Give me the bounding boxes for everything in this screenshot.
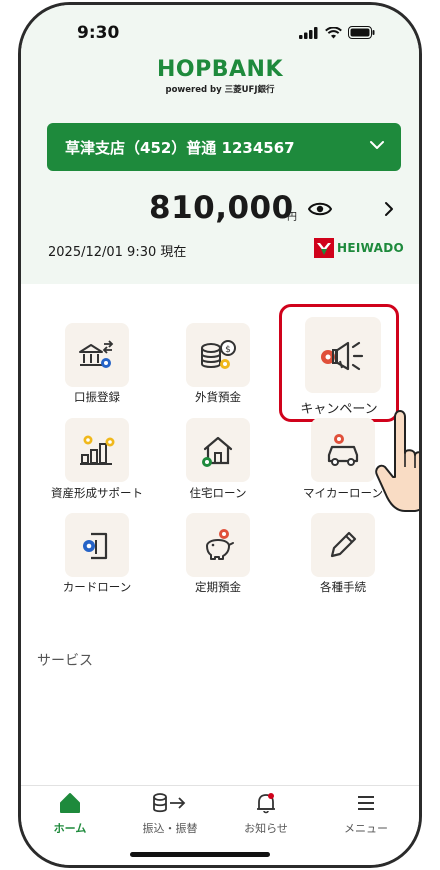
menu-tile-direct-debit[interactable] (65, 323, 129, 387)
balance-amount: 810,000 (149, 190, 294, 226)
menu-tile-home-loan[interactable] (186, 418, 250, 482)
tab-label-transfer: 振込・振替 (142, 822, 198, 835)
chevron-down-icon (370, 141, 384, 149)
balance-unit: 円 (287, 212, 297, 223)
menu-tile-foreign-currency[interactable]: $ (186, 323, 250, 387)
svg-text:$: $ (225, 345, 231, 355)
coins-icon: $ (201, 340, 236, 369)
logo-wordmark: HOPBANK (157, 57, 283, 82)
pointing-hand-icon (375, 410, 419, 512)
menu-label-direct-debit: 口振登録 (74, 390, 120, 404)
chevron-right-icon[interactable] (383, 200, 395, 218)
menu-label-procedures: 各種手続 (320, 580, 366, 594)
services-section-title: サービス (37, 653, 93, 669)
menu-tile-time-deposit[interactable] (186, 513, 250, 577)
menu-label-home-loan: 住宅ローン (189, 486, 247, 500)
battery-icon (348, 26, 375, 39)
phone-frame: 9:30 HOPBANK powered by 三菱UFJ銀行 草津支店（452… (18, 2, 422, 868)
menu-label-card-loan: カードローン (62, 580, 132, 594)
account-label: 草津支店（452）普通 1234567 (65, 138, 295, 157)
eye-icon[interactable] (308, 200, 332, 218)
partner-name: HEIWADO (337, 241, 404, 255)
menu-tile-card-loan[interactable] (65, 513, 129, 577)
menu-tile-procedures[interactable] (311, 513, 375, 577)
partner-logo: HEIWADO (314, 238, 404, 258)
menu-label-time-deposit: 定期預金 (195, 580, 241, 594)
menu-tile-car-loan[interactable] (311, 418, 375, 482)
status-time: 9:30 (77, 23, 120, 43)
logo-subtitle: powered by 三菱UFJ銀行 (165, 85, 275, 95)
menu-tile-asset-building[interactable] (65, 418, 129, 482)
home-icon (60, 793, 80, 813)
account-selector[interactable]: 草津支店（452）普通 1234567 (47, 123, 401, 171)
status-icons (299, 26, 375, 39)
tab-menu[interactable]: メニュー (321, 792, 411, 836)
car-icon (327, 434, 359, 466)
tab-label-home: ホーム (53, 822, 87, 835)
header-area: 9:30 HOPBANK powered by 三菱UFJ銀行 草津支店（452… (21, 5, 419, 284)
growth-chart-icon (80, 435, 115, 465)
pencil-icon (330, 531, 357, 558)
balance-datetime: 2025/12/01 9:30 現在 (48, 245, 187, 260)
tab-label-menu: メニュー (344, 822, 388, 835)
status-bar: 9:30 (21, 5, 419, 63)
tab-home[interactable]: ホーム (25, 792, 115, 836)
card-icon (83, 532, 108, 560)
bank-exchange-icon (79, 340, 114, 368)
house-icon (202, 436, 233, 467)
menu-label-foreign-currency: 外貨預金 (195, 390, 241, 404)
tab-notifications[interactable]: お知らせ (221, 792, 311, 836)
menu-label-asset-building: 資産形成サポート (51, 486, 143, 500)
transfer-icon (153, 793, 186, 813)
bank-logo: HOPBANK powered by 三菱UFJ銀行 (21, 57, 419, 95)
piggy-bank-icon (206, 529, 234, 560)
home-indicator[interactable] (130, 852, 270, 857)
heiwado-mark-icon (314, 238, 334, 258)
tab-label-notifications: お知らせ (244, 822, 288, 835)
signal-icon (299, 26, 318, 39)
balance-row: 810,000 円 (21, 188, 419, 232)
hamburger-menu-icon (358, 796, 374, 810)
bell-icon (257, 793, 275, 814)
tab-transfer[interactable]: 振込・振替 (125, 792, 215, 836)
wifi-icon (325, 26, 342, 38)
